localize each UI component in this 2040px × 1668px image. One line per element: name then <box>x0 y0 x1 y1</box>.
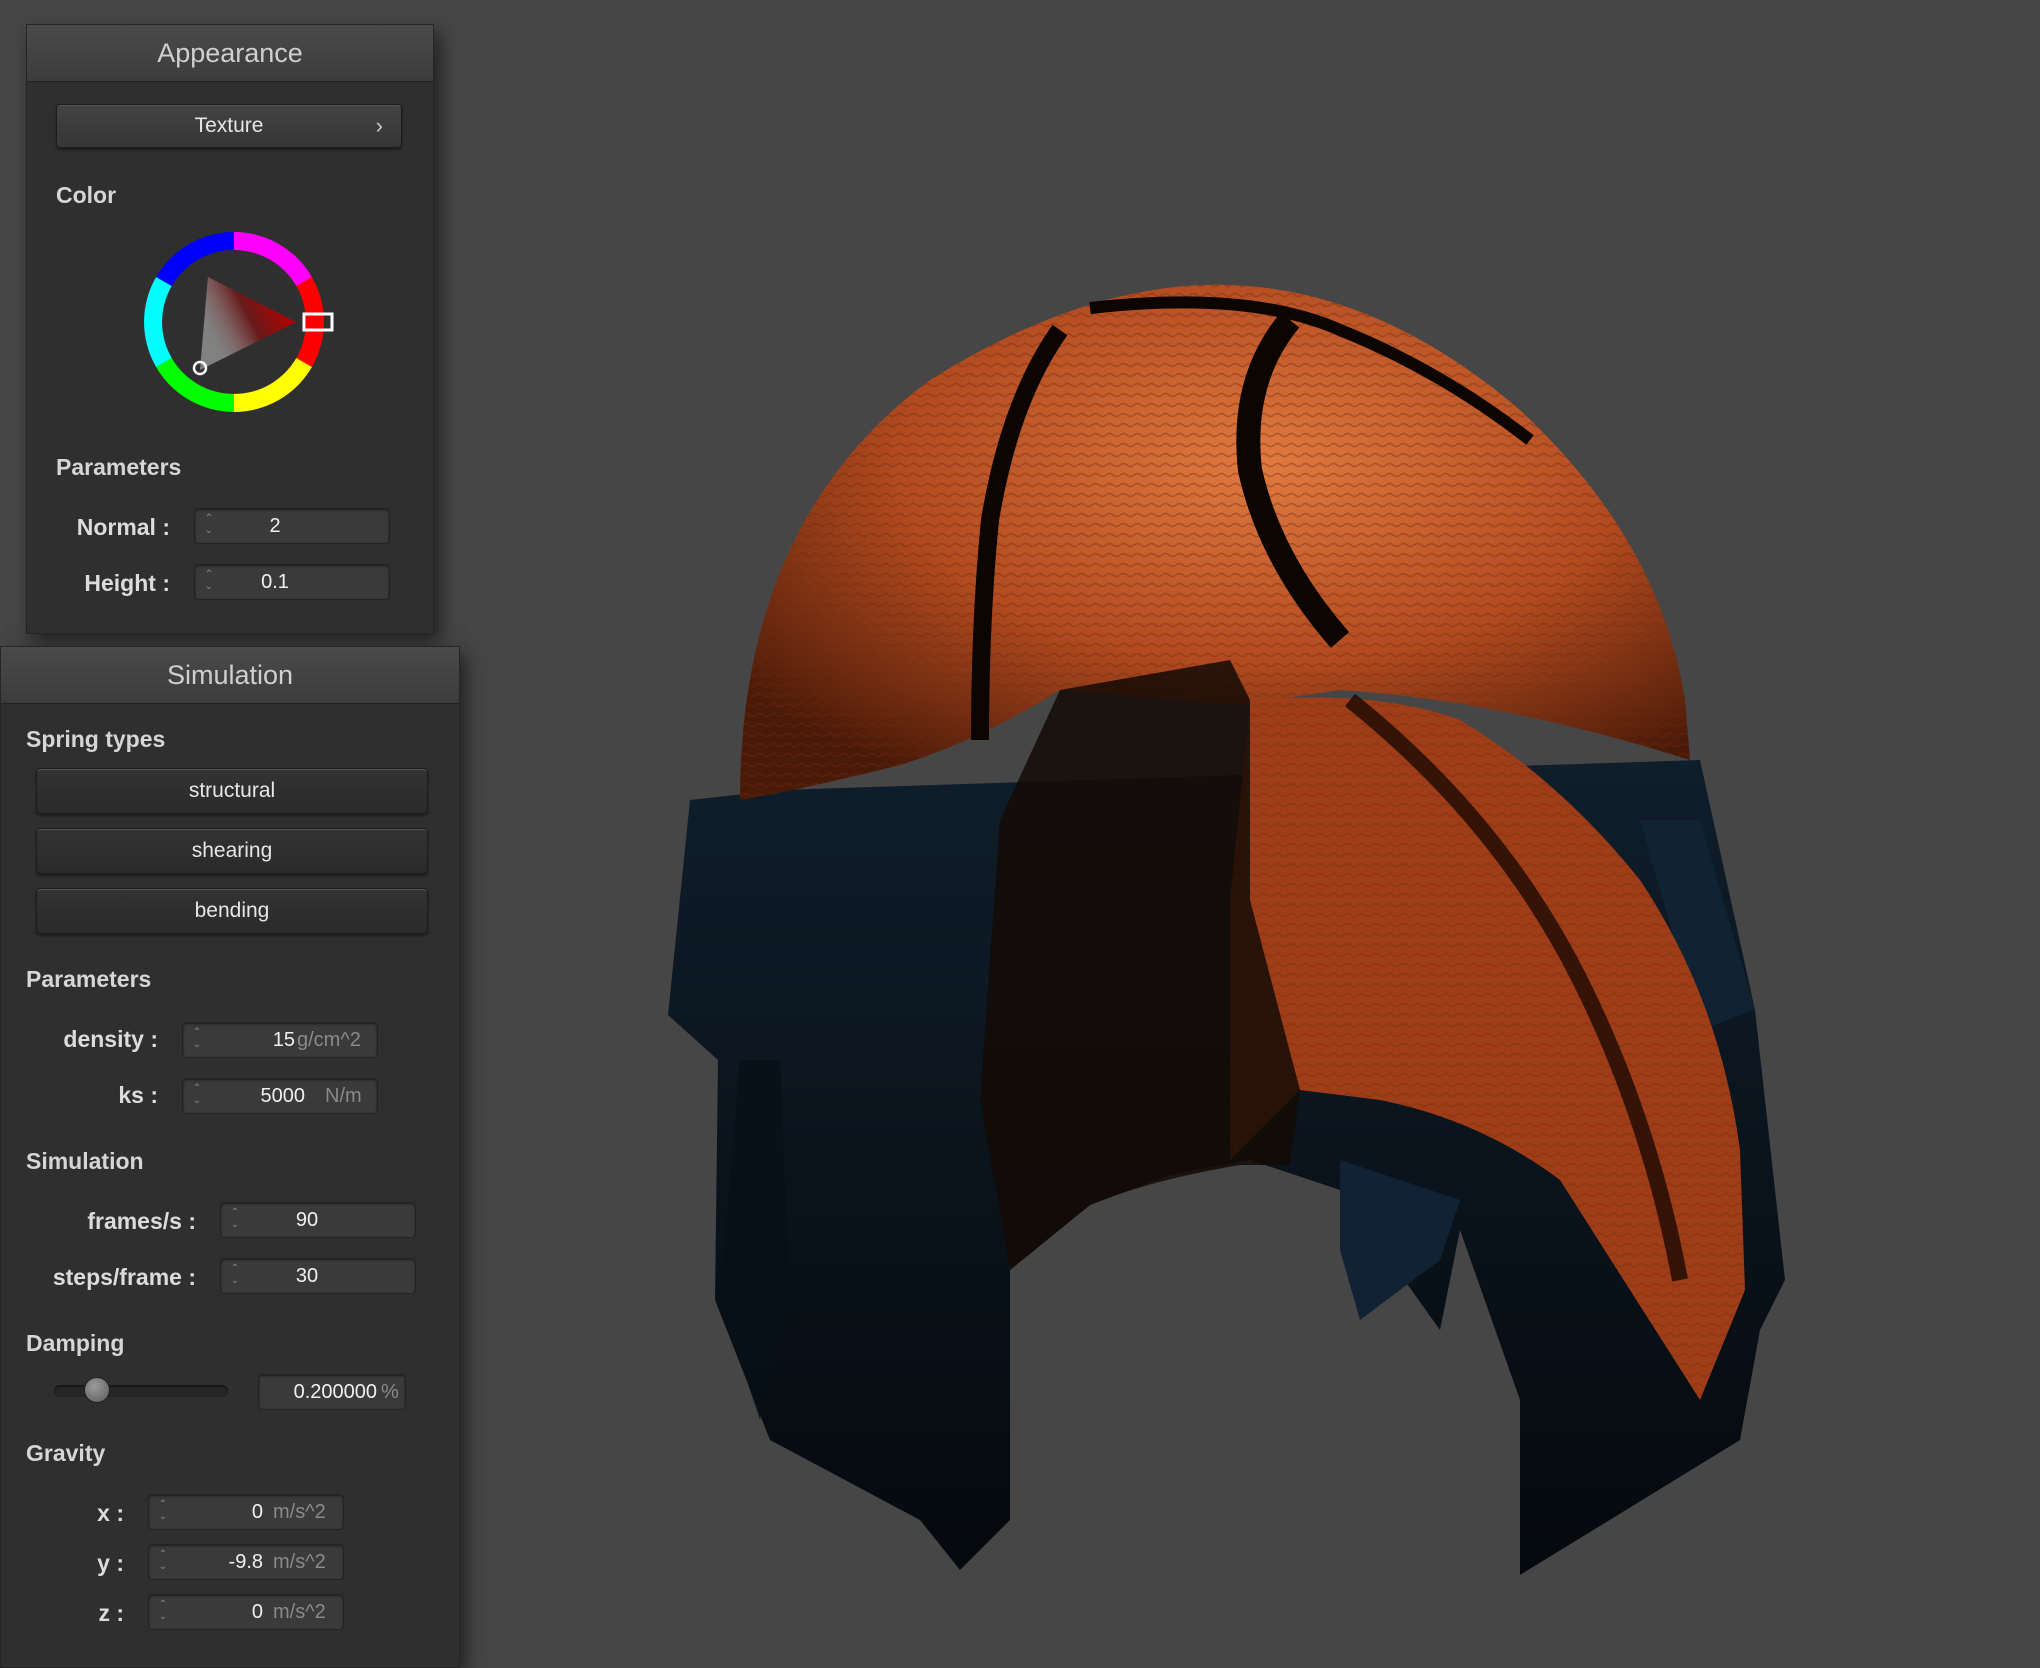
color-wheel[interactable] <box>140 228 340 428</box>
damping-slider-handle[interactable] <box>84 1377 110 1403</box>
gravity-z-label: z : <box>98 1600 124 1626</box>
density-input[interactable]: ⌃ ⌄ 15 g/cm^2 <box>182 1022 378 1058</box>
gravity-z-value: 0 <box>251 1601 263 1623</box>
steps-label: steps/frame : <box>52 1264 196 1290</box>
ks-unit: N/m <box>325 1085 362 1107</box>
gravity-z-unit: m/s^2 <box>273 1601 326 1623</box>
gravity-x-label: x : <box>97 1500 124 1526</box>
spinner-icon[interactable]: ⌃ ⌄ <box>157 1499 169 1525</box>
normal-input[interactable]: ⌃ ⌄ 2 <box>194 508 390 544</box>
texture-button[interactable]: Texture <box>56 104 402 148</box>
damping-value: 0.200000 <box>293 1381 377 1403</box>
damping-unit: % <box>381 1381 399 1403</box>
spinner-icon[interactable]: ⌃ ⌄ <box>191 1083 203 1109</box>
shearing-button[interactable]: shearing <box>36 828 428 874</box>
gravity-label: Gravity <box>26 1440 106 1466</box>
gravity-y-input[interactable]: ⌃ ⌄ -9.8 m/s^2 <box>148 1544 344 1580</box>
ks-input[interactable]: ⌃ ⌄ 5000 N/m <box>182 1078 378 1114</box>
frames-label: frames/s : <box>87 1208 196 1234</box>
appearance-parameters-label: Parameters <box>56 454 182 480</box>
gravity-y-value: -9.8 <box>228 1551 263 1573</box>
frames-value: 90 <box>295 1209 319 1231</box>
gravity-x-input[interactable]: ⌃ ⌄ 0 m/s^2 <box>148 1494 344 1530</box>
damping-input[interactable]: 0.200000 % <box>258 1374 406 1410</box>
frames-input[interactable]: ⌃ ⌄ 90 <box>220 1202 416 1238</box>
gravity-x-value: 0 <box>251 1501 263 1523</box>
steps-input[interactable]: ⌃ ⌄ 30 <box>220 1258 416 1294</box>
density-value: 15 <box>272 1029 295 1051</box>
spring-types-label: Spring types <box>26 726 166 752</box>
height-input[interactable]: ⌃ ⌄ 0.1 <box>194 564 390 600</box>
normal-value: 2 <box>269 515 281 537</box>
gravity-y-unit: m/s^2 <box>273 1551 326 1573</box>
gravity-x-unit: m/s^2 <box>273 1501 326 1523</box>
gravity-z-input[interactable]: ⌃ ⌄ 0 m/s^2 <box>148 1594 344 1630</box>
height-label: Height : <box>84 570 170 596</box>
density-label: density : <box>63 1026 158 1052</box>
damping-label: Damping <box>26 1330 125 1356</box>
spinner-icon[interactable]: ⌃ ⌄ <box>157 1599 169 1625</box>
ks-value: 5000 <box>260 1085 306 1107</box>
ks-label: ks : <box>118 1082 158 1108</box>
simulation-title: Simulation <box>1 647 459 704</box>
spinner-icon[interactable]: ⌃ ⌄ <box>229 1263 241 1289</box>
spinner-icon[interactable]: ⌃ ⌄ <box>229 1207 241 1233</box>
simulation-parameters-label: Parameters <box>26 966 152 992</box>
spinner-icon[interactable]: ⌃ ⌄ <box>191 1027 203 1053</box>
height-value: 0.1 <box>261 571 289 593</box>
structural-button[interactable]: structural <box>36 768 428 814</box>
spinner-icon[interactable]: ⌃ ⌄ <box>157 1549 169 1575</box>
simulation-section-label: Simulation <box>26 1148 144 1174</box>
spinner-icon[interactable]: ⌃ ⌄ <box>203 569 215 595</box>
density-unit: g/cm^2 <box>297 1029 361 1051</box>
steps-value: 30 <box>295 1265 319 1287</box>
bending-button[interactable]: bending <box>36 888 428 934</box>
appearance-title: Appearance <box>27 25 433 82</box>
saturation-selector-icon <box>192 360 208 376</box>
spinner-icon[interactable]: ⌃ ⌄ <box>203 513 215 539</box>
normal-label: Normal : <box>76 514 170 540</box>
color-section-label: Color <box>56 182 117 208</box>
gravity-y-label: y : <box>97 1550 124 1576</box>
damping-slider[interactable] <box>54 1385 228 1397</box>
